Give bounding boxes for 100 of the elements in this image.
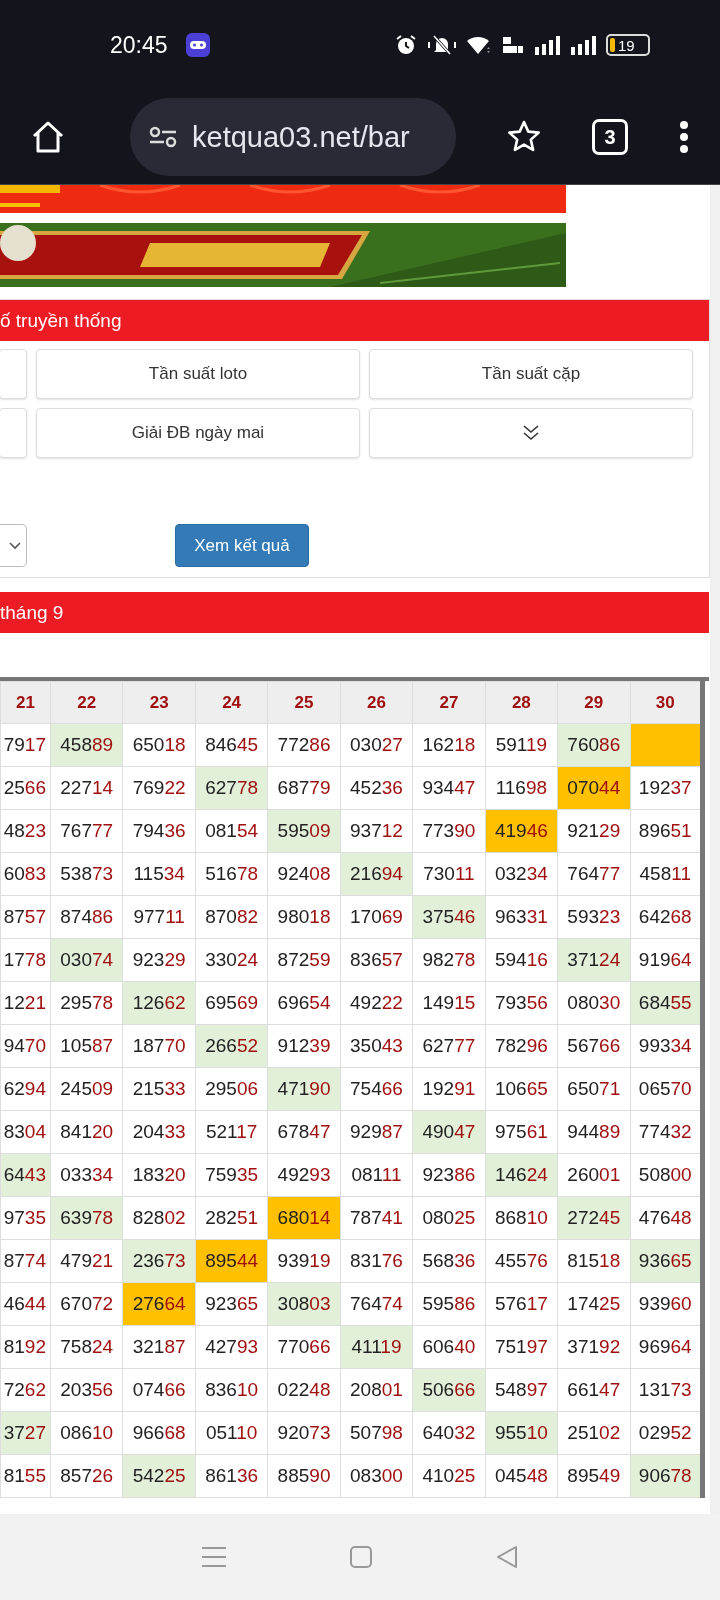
table-cell: 21533 [122,1067,196,1111]
table-cell: 14624 [485,1153,558,1197]
table-cell: 50798 [340,1411,413,1455]
table-cell: 94489 [557,1110,630,1154]
table-cell: 76922 [122,766,196,810]
table-cell: 76474 [340,1282,413,1326]
column-header: 23 [122,681,196,724]
dropdown[interactable] [0,524,27,567]
menu-icon[interactable] [201,1545,227,1569]
table-cell: 76086 [557,723,630,767]
table-cell: 07044 [557,766,630,810]
expand-button[interactable] [369,408,693,458]
table-cell: 10665 [485,1067,558,1111]
site-settings-icon[interactable] [148,125,178,149]
menu-button[interactable]: Giải ĐB ngày mai [36,408,360,458]
more-icon[interactable] [678,119,690,155]
back-icon[interactable] [495,1545,519,1569]
table-cell: 28251 [195,1196,268,1240]
table-cell: 20801 [340,1368,413,1412]
table-cell: 23673 [122,1239,196,1283]
table-cell: 1221 [0,981,51,1025]
table-cell: 08025 [412,1196,486,1240]
table-cell: 47190 [267,1067,341,1111]
table-cell: 4644 [0,1282,51,1326]
table-cell: 96668 [122,1411,196,1455]
table-cell: 98018 [267,895,341,939]
panel-title: tháng 9 [0,592,709,633]
table-cell: 84645 [195,723,268,767]
table-cell: 47921 [50,1239,123,1283]
table-cell: 6083 [0,852,51,896]
table-cell: 59509 [267,809,341,853]
table-cell: 54897 [485,1368,558,1412]
table-cell: 92408 [267,852,341,896]
alarm-icon [394,33,418,57]
table-cell: 75935 [195,1153,268,1197]
table-cell: 83657 [340,938,413,982]
menu-button[interactable]: Tần suất cặp [369,349,693,399]
table-cell: 63978 [50,1196,123,1240]
table-cell: 41119 [340,1325,413,1369]
table-cell: 62777 [412,1024,486,1068]
table-cell: 69569 [195,981,268,1025]
table-cell: 1778 [0,938,51,982]
table-cell: 29578 [50,981,123,1025]
table-cell: 25102 [557,1411,630,1455]
table-cell: 92073 [267,1411,341,1455]
table-cell: 49222 [340,981,413,1025]
table-cell: 86810 [485,1196,558,1240]
table-cell: 4823 [0,809,51,853]
table-cell: 56836 [412,1239,486,1283]
table-cell: 26001 [557,1153,630,1197]
table-cell: 79436 [122,809,196,853]
table-cell: 92329 [122,938,196,982]
table-cell: 45889 [50,723,123,767]
table-cell: 02952 [630,1411,703,1455]
table-cell: 53873 [50,852,123,896]
home-icon[interactable] [30,119,66,155]
table-cell: 93447 [412,766,486,810]
table-cell: 62778 [195,766,268,810]
gamepad-icon [185,33,210,57]
signal-icon [570,35,596,55]
table-cell: 92129 [557,809,630,853]
submit-button[interactable]: Xem kết quả [175,524,309,567]
address-bar[interactable]: ketqua03.net/bar [130,98,456,176]
table-cell: 76777 [50,809,123,853]
menu-button[interactable]: Tần suất loto [36,349,360,399]
table-cell: 8774 [0,1239,51,1283]
table-cell: 75197 [485,1325,558,1369]
table-cell: 91964 [630,938,703,982]
table-cell: 51678 [195,852,268,896]
table-cell: 92386 [412,1153,486,1197]
table-cell: 8304 [0,1110,51,1154]
table-cell: 19237 [630,766,703,810]
panel-title: ố truyền thống [0,300,709,341]
table-cell: 08111 [340,1153,413,1197]
table-cell: 50800 [630,1153,703,1197]
table-cell: 78741 [340,1196,413,1240]
menu-button[interactable] [0,349,27,399]
table-cell: 24509 [50,1067,123,1111]
tab-count-button[interactable]: 3 [592,119,628,155]
column-header: 24 [195,681,268,724]
table-cell: 93960 [630,1282,703,1326]
table-cell: 04548 [485,1454,558,1498]
table-cell: 17425 [557,1282,630,1326]
table-cell: 08154 [195,809,268,853]
menu-button[interactable] [0,408,27,458]
table-cell: 08610 [50,1411,123,1455]
table-cell: 89549 [557,1454,630,1498]
table-cell: 10587 [50,1024,123,1068]
table-cell: 18320 [122,1153,196,1197]
signal-icon [534,35,560,55]
table-cell: 13173 [630,1368,703,1412]
table-cell: 76477 [557,852,630,896]
table-cell: 41946 [485,809,558,853]
home-square-icon[interactable] [349,1545,373,1569]
table-cell: 41025 [412,1454,486,1498]
chevron-down-icon [8,540,22,551]
column-header: 22 [50,681,123,724]
status-time: 20:45 [110,31,168,59]
table-cell: 26652 [195,1024,268,1068]
table-cell: 65071 [557,1067,630,1111]
